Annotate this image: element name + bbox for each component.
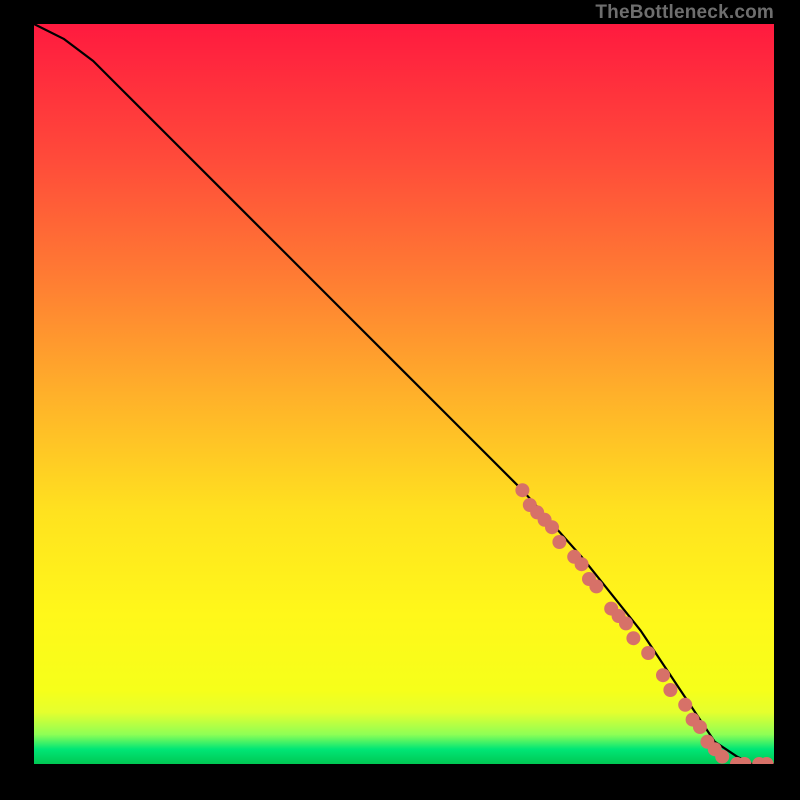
data-point bbox=[552, 535, 566, 549]
data-point bbox=[641, 646, 655, 660]
watermark-text: TheBottleneck.com bbox=[595, 2, 774, 24]
data-point bbox=[545, 520, 559, 534]
curve-line bbox=[34, 24, 774, 764]
data-point bbox=[515, 483, 529, 497]
data-point bbox=[678, 698, 692, 712]
marker-group bbox=[515, 483, 773, 764]
data-point bbox=[663, 683, 677, 697]
data-point bbox=[626, 631, 640, 645]
plot-area bbox=[34, 24, 774, 764]
data-point bbox=[589, 579, 603, 593]
data-point bbox=[575, 557, 589, 571]
chart-svg bbox=[34, 24, 774, 764]
data-point bbox=[715, 750, 729, 764]
data-point bbox=[693, 720, 707, 734]
chart-frame: TheBottleneck.com bbox=[0, 0, 800, 800]
data-point bbox=[619, 616, 633, 630]
data-point bbox=[656, 668, 670, 682]
